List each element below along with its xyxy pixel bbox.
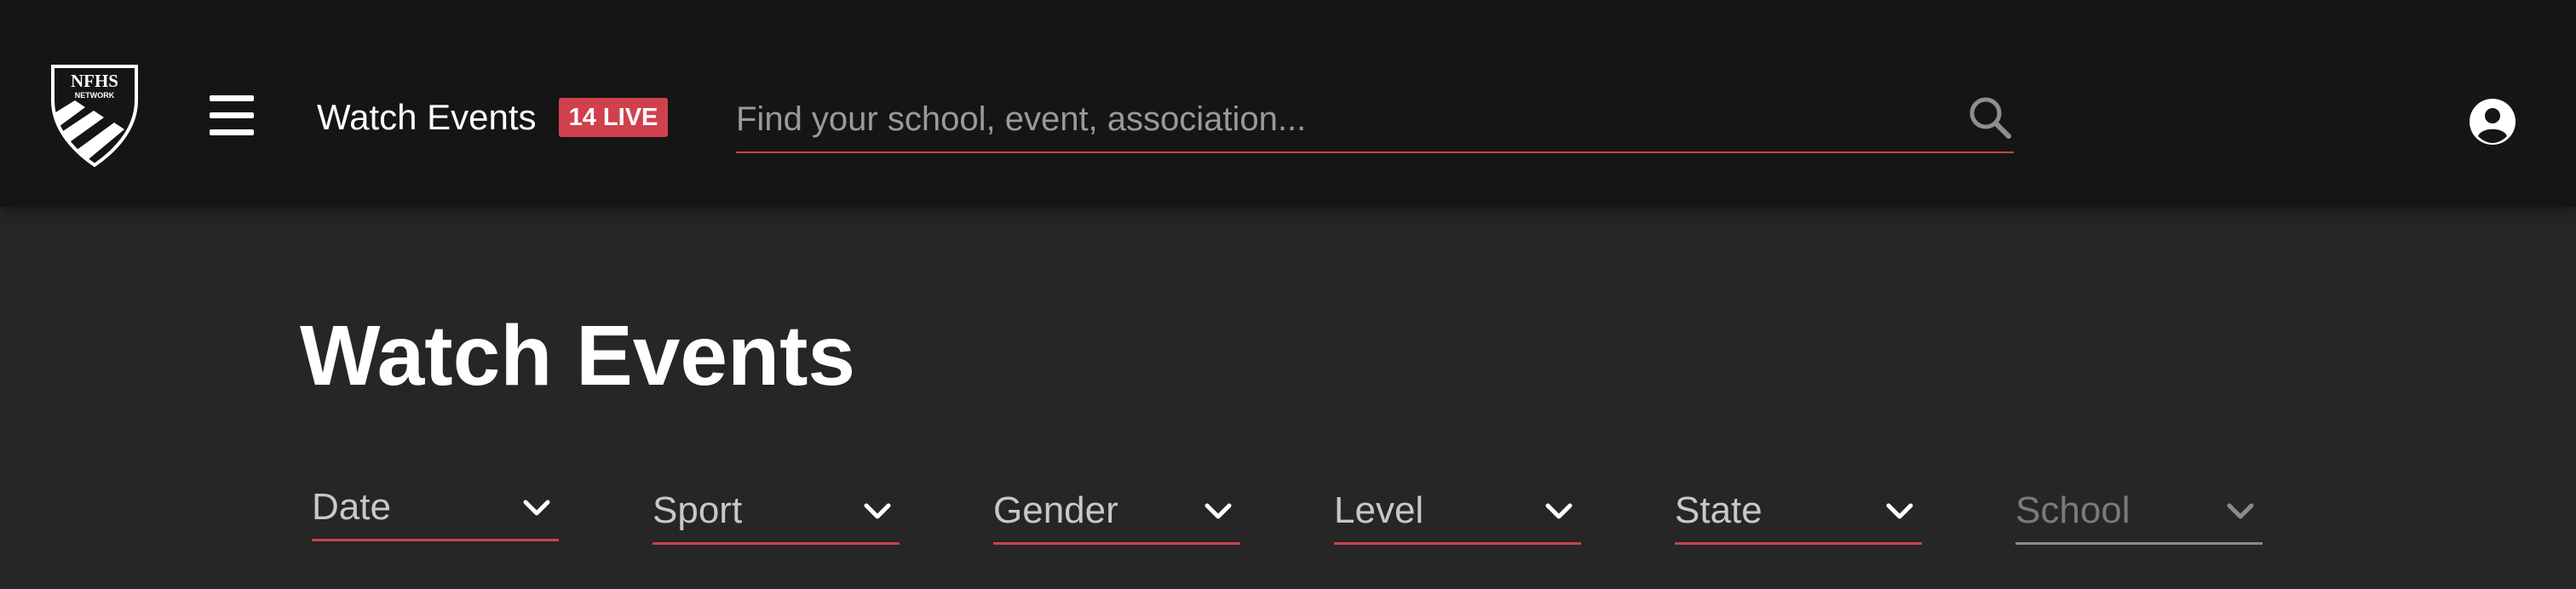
nfhs-network-logo[interactable]: NFHS NETWORK [49,63,140,169]
menu-bar-middle [210,112,254,118]
sport-filter-dropdown[interactable]: Sport [653,477,900,545]
filter-label-state: State [1675,489,1762,531]
top-header: NFHS NETWORK Watch Events 14 LIVE [0,0,2576,207]
level-filter-dropdown[interactable]: Level [1334,477,1581,545]
filter-label-level: Level [1334,489,1424,531]
chevron-down-icon [523,500,550,516]
live-count-badge[interactable]: 14 LIVE [559,98,668,137]
search-icon[interactable] [1966,94,2014,141]
nfhs-network-shield-icon: NFHS NETWORK [51,65,138,168]
account-circle-icon[interactable] [2469,98,2516,146]
page-title: Watch Events [300,308,856,403]
filter-label-school: School [2015,489,2130,531]
logo-line-2: NETWORK [75,91,115,100]
filter-label-gender: Gender [993,489,1118,531]
chevron-down-icon [2227,503,2254,519]
chevron-down-icon [1545,503,1573,519]
filter-label-sport: Sport [653,489,743,531]
menu-bar-bottom [210,129,254,135]
hamburger-menu-icon[interactable] [210,94,254,136]
gender-filter-dropdown[interactable]: Gender [993,477,1240,545]
date-filter-dropdown[interactable]: Date [312,473,559,541]
search-input[interactable] [736,94,1929,145]
search-bar [736,85,2014,153]
menu-bar-top [210,95,254,101]
watch-events-link[interactable]: Watch Events [317,92,537,143]
chevron-down-icon [1886,503,1913,519]
chevron-down-icon [1205,503,1232,519]
school-filter-dropdown[interactable]: School [2015,477,2263,545]
logo-line-1: NFHS [71,71,118,91]
filter-label-date: Date [312,486,391,528]
state-filter-dropdown[interactable]: State [1675,477,1922,545]
chevron-down-icon [864,503,891,519]
